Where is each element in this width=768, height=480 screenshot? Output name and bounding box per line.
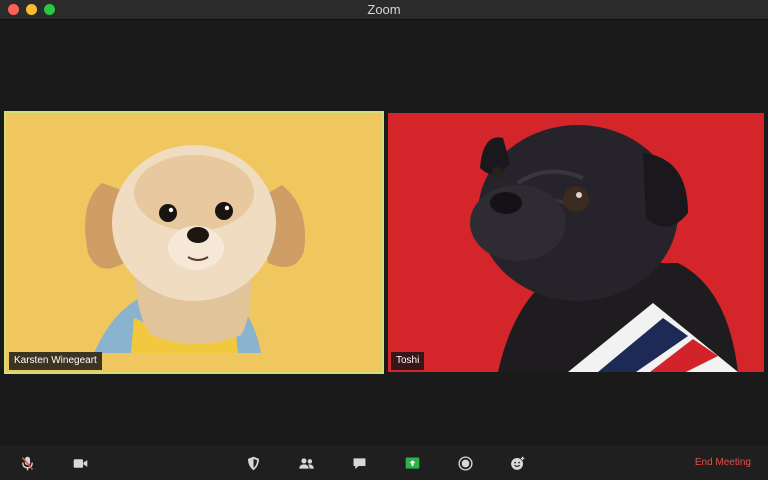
- participant-video-toshi[interactable]: Toshi: [388, 113, 764, 372]
- end-meeting-button[interactable]: End Meeting: [695, 456, 751, 470]
- reactions-icon: [510, 456, 524, 470]
- microphone-muted-icon: [21, 456, 33, 470]
- meeting-toolbar: End Meeting: [0, 445, 768, 480]
- participants-button[interactable]: [296, 454, 316, 472]
- mute-button[interactable]: [17, 454, 37, 472]
- zoom-window: Zoom Karsten Winegeart Toshi End Meeting: [0, 0, 768, 480]
- share-screen-icon: [405, 457, 419, 469]
- video-camera-icon: [73, 458, 87, 468]
- security-button[interactable]: [243, 454, 263, 472]
- security-shield-icon: [247, 456, 259, 470]
- share-screen-button[interactable]: [402, 454, 422, 472]
- video-button[interactable]: [70, 454, 90, 472]
- record-icon: [457, 455, 473, 471]
- chat-button[interactable]: [349, 454, 369, 472]
- participant-video-image: [388, 113, 764, 372]
- participant-name-label: Toshi: [391, 352, 425, 370]
- participants-icon: [298, 457, 314, 469]
- window-title: Zoom: [367, 2, 401, 17]
- video-gallery: Karsten Winegeart Toshi: [0, 20, 768, 445]
- reactions-button[interactable]: [507, 454, 527, 472]
- record-button[interactable]: [455, 454, 475, 472]
- participant-name-label: Karsten Winegeart: [9, 352, 102, 370]
- title-bar: Zoom: [0, 0, 768, 20]
- participant-video-image: [6, 113, 382, 372]
- chat-icon: [353, 457, 365, 469]
- participant-video-karsten[interactable]: Karsten Winegeart: [4, 111, 384, 374]
